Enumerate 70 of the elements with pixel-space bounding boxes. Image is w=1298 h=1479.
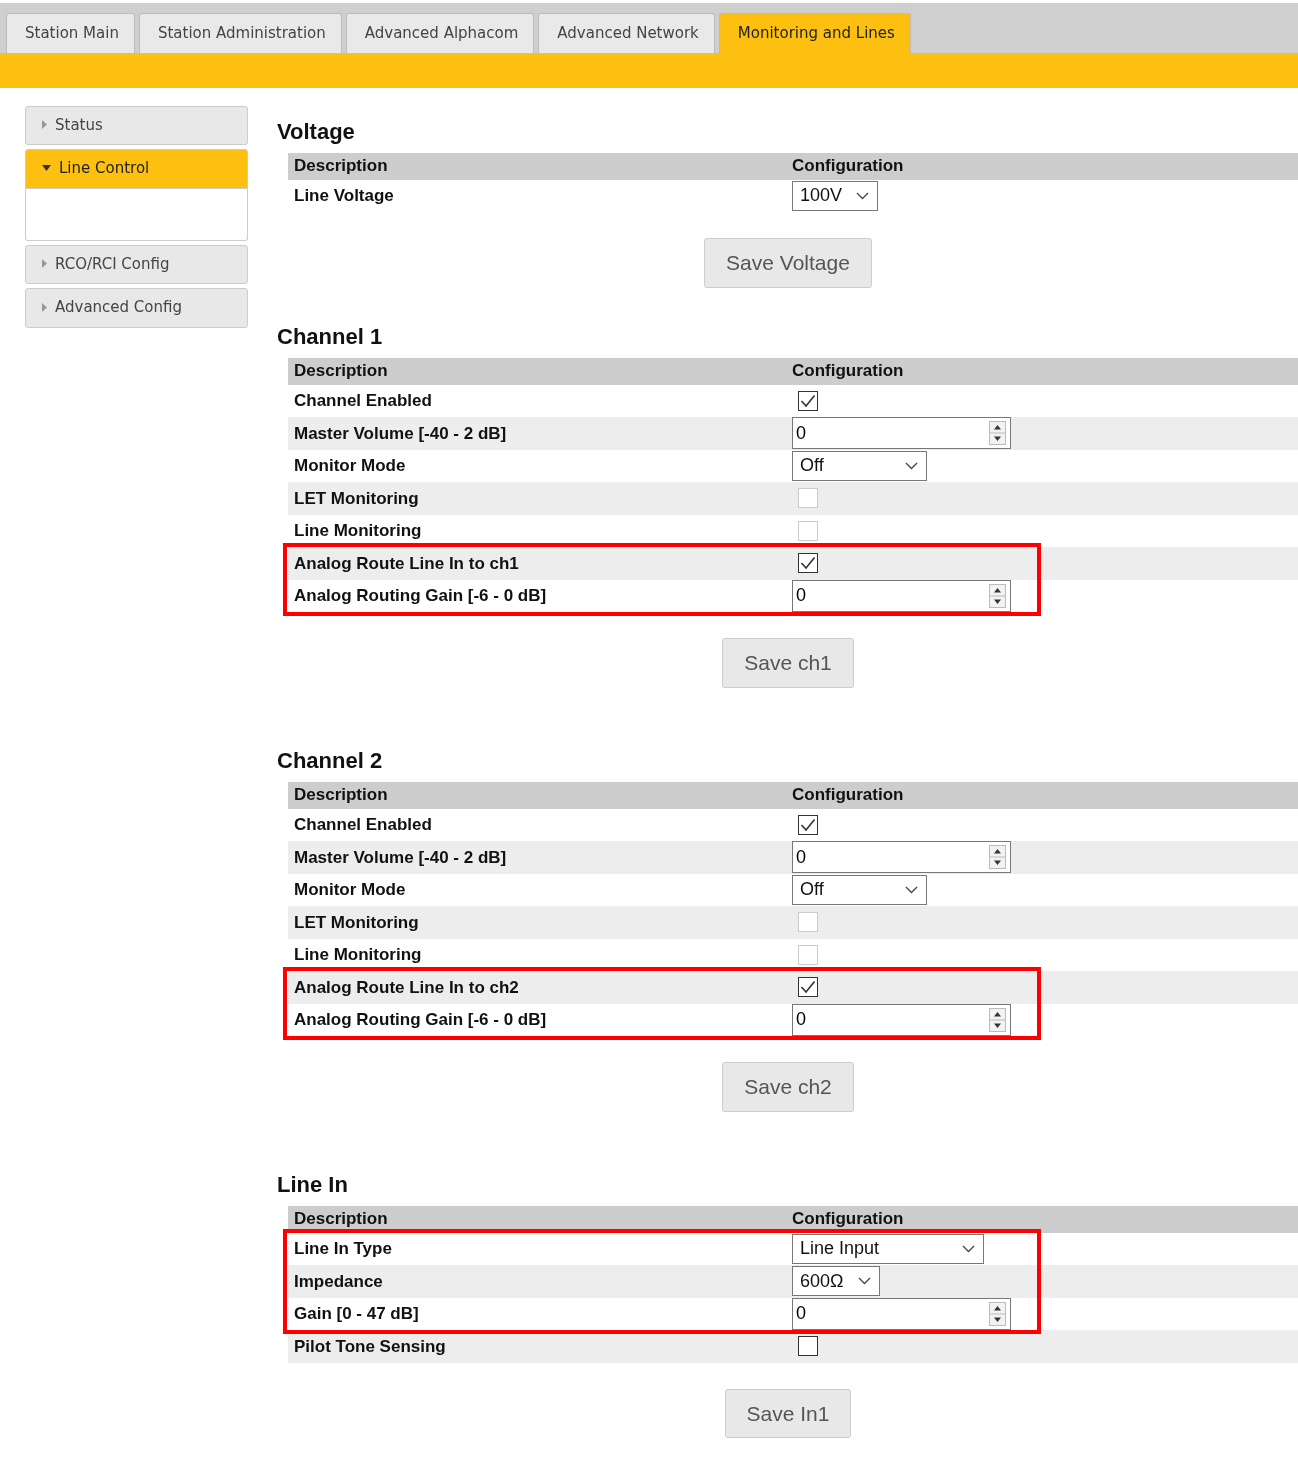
caret-right-icon (42, 302, 47, 312)
tab[interactable]: Advanced Network (538, 13, 715, 53)
checkbox[interactable] (798, 553, 818, 574)
tab[interactable]: Advanced Alphacom (345, 13, 535, 53)
column-header: Configuration (792, 784, 904, 807)
chevron-down-icon (856, 191, 870, 200)
field-label: Impedance (293, 1270, 384, 1293)
tab[interactable]: Station Administration (138, 13, 342, 53)
field-label: Analog Routing Gain [-6 - 0 dB] (293, 1009, 548, 1031)
field-label: Channel Enabled (293, 390, 433, 412)
sidebar-item[interactable]: Advanced Config (25, 288, 248, 328)
section-title: Line In (277, 1173, 349, 1196)
save-button[interactable]: Save ch1 (722, 638, 854, 688)
dropdown[interactable]: Off (792, 450, 927, 481)
field-label: Monitor Mode (293, 455, 407, 477)
field-label: Master Volume [-40 - 2 dB] (293, 846, 508, 869)
chevron-down-icon (857, 1277, 871, 1286)
column-header: Description (293, 155, 389, 178)
field-label: Monitor Mode (293, 879, 407, 901)
field-label: Analog Route Line In to ch2 (293, 976, 520, 999)
spinner-icon[interactable] (989, 421, 1006, 446)
spinner-icon[interactable] (989, 583, 1006, 608)
field-label: Master Volume [-40 - 2 dB] (293, 422, 508, 445)
field-label: Pilot Tone Sensing (293, 1335, 447, 1358)
checkbox[interactable] (798, 390, 818, 411)
section-title: Voltage (277, 120, 356, 143)
caret-down-icon (42, 165, 51, 172)
save-button[interactable]: Save In1 (724, 1388, 852, 1438)
field-label: LET Monitoring (293, 911, 420, 934)
chevron-down-icon (962, 1244, 975, 1253)
column-header: Configuration (792, 1208, 904, 1231)
field-label: Line Monitoring (293, 520, 423, 542)
spinner-icon[interactable] (989, 1007, 1006, 1032)
sidebar-item[interactable]: RCO/RCI Config (25, 244, 248, 284)
dropdown[interactable]: Line Input (792, 1233, 984, 1264)
field-label: Line In Type (293, 1238, 393, 1260)
column-header: Configuration (792, 360, 904, 383)
field-label: Line Voltage (293, 185, 395, 207)
save-button[interactable]: Save ch2 (722, 1062, 854, 1112)
number-field[interactable]: 0 (792, 417, 1011, 450)
column-header: Description (293, 784, 389, 807)
checkbox[interactable] (798, 977, 818, 998)
dropdown[interactable]: Off (792, 874, 927, 905)
column-header: Description (293, 360, 389, 383)
checkbox[interactable] (798, 1336, 818, 1357)
tab[interactable]: Station Main (6, 13, 135, 53)
field-label: Analog Route Line In to ch1 (293, 552, 520, 575)
tab[interactable]: Monitoring and Lines (718, 13, 911, 53)
dropdown[interactable]: 600Ω (792, 1266, 880, 1297)
field-label: LET Monitoring (293, 487, 420, 510)
dropdown[interactable]: 100V (792, 180, 879, 211)
spinner-icon[interactable] (989, 845, 1006, 870)
column-header: Description (293, 1208, 389, 1231)
column-header: Configuration (792, 155, 904, 178)
section-title: Channel 2 (277, 749, 384, 772)
sidebar-item[interactable]: Status (25, 105, 248, 145)
checkbox[interactable] (798, 814, 818, 835)
caret-right-icon (42, 120, 47, 130)
chevron-down-icon (905, 461, 918, 470)
sidebar-item[interactable]: Line Control (25, 149, 248, 189)
field-label: Gain [0 - 47 dB] (293, 1303, 420, 1325)
chevron-down-icon (905, 885, 918, 894)
field-label: Channel Enabled (293, 814, 433, 836)
caret-right-icon (42, 259, 47, 269)
field-label: Line Monitoring (293, 944, 423, 966)
field-label: Analog Routing Gain [-6 - 0 dB] (293, 585, 548, 607)
save-button[interactable]: Save Voltage (704, 238, 872, 288)
section-title: Channel 1 (277, 325, 384, 348)
number-field[interactable]: 0 (792, 841, 1011, 874)
spinner-icon[interactable] (989, 1301, 1006, 1326)
